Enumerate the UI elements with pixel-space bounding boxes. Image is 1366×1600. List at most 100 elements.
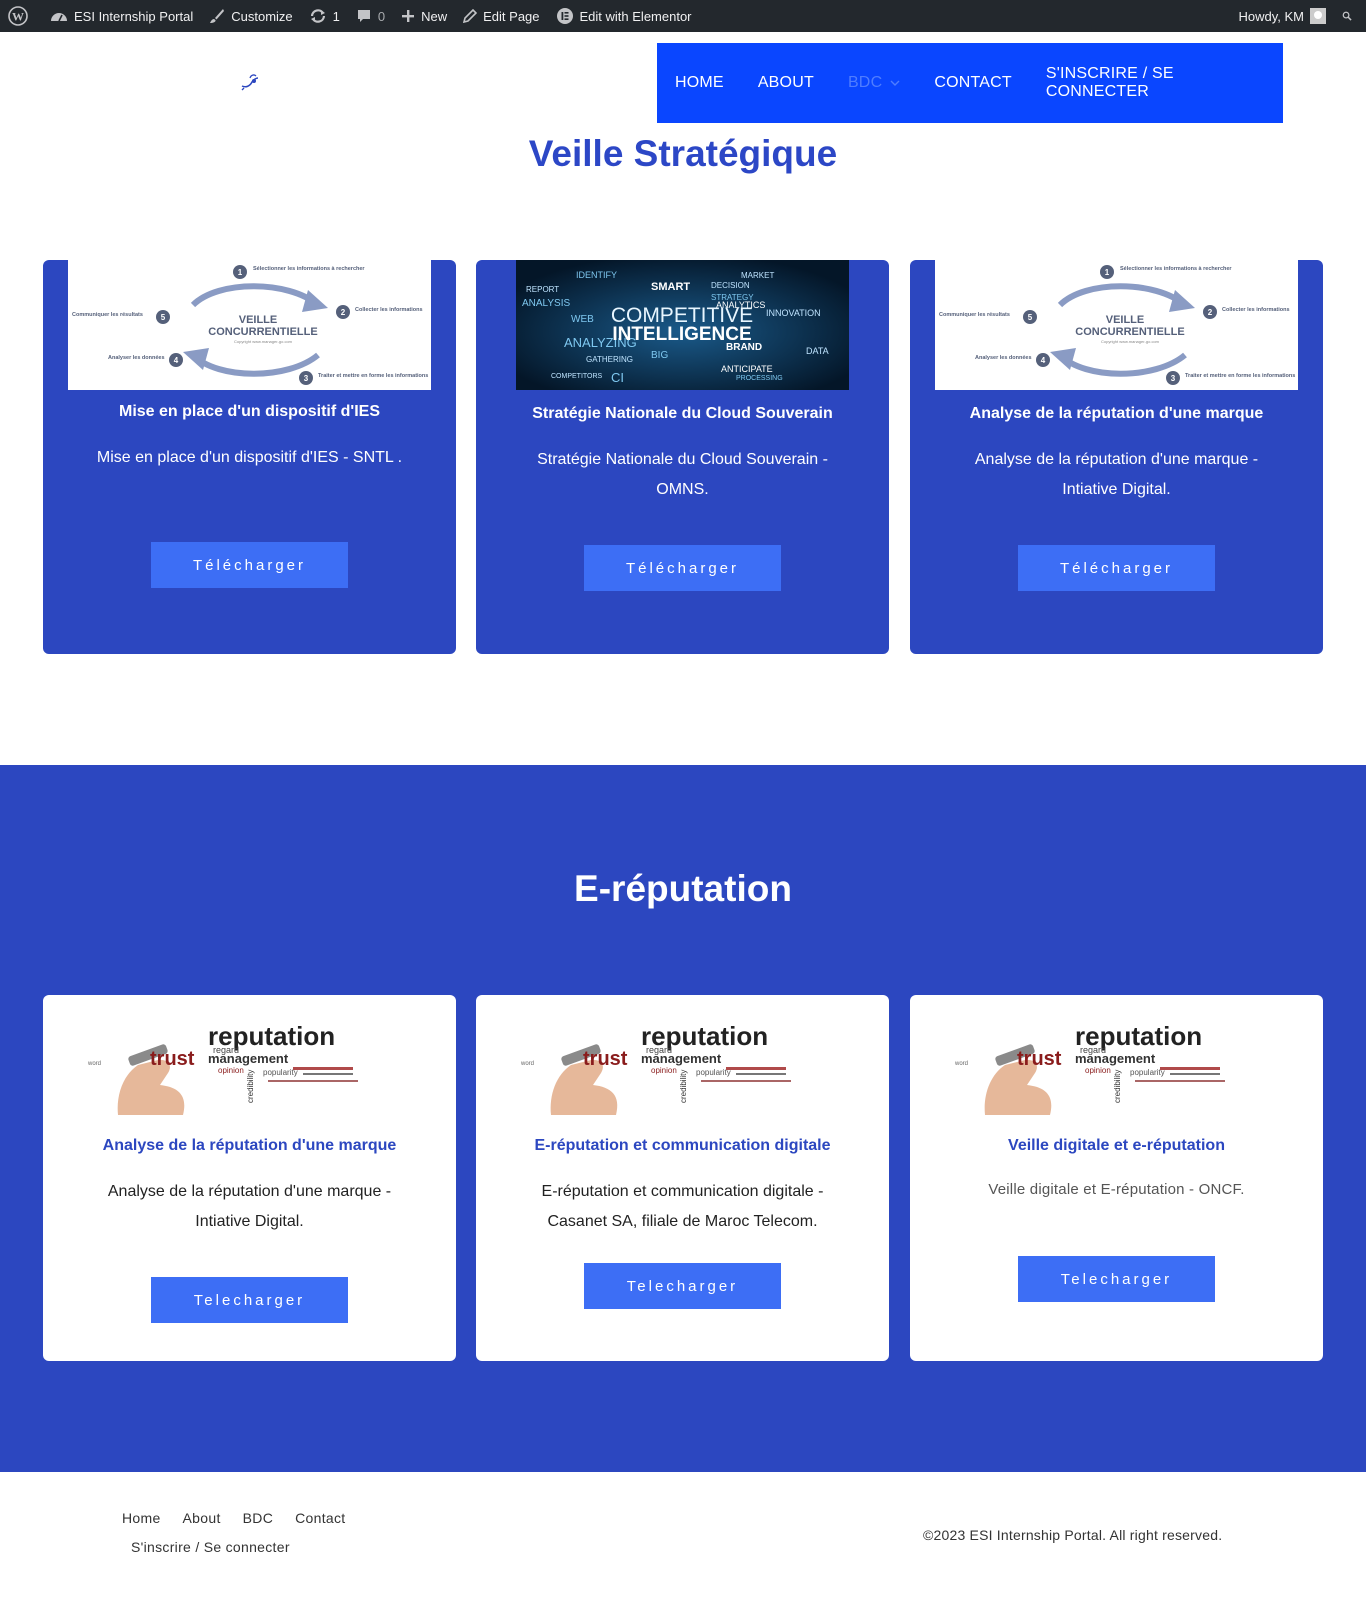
svg-text:3: 3 <box>304 374 309 383</box>
updates-count: 1 <box>332 8 340 24</box>
comments-link[interactable]: 0 <box>348 0 393 32</box>
svg-text:Copyright www.manager-go.com: Copyright www.manager-go.com <box>234 339 293 344</box>
paintbrush-icon <box>210 9 225 23</box>
svg-text:1: 1 <box>238 268 243 277</box>
new-label: New <box>421 8 448 24</box>
admin-bar: W ESI Internship Portal Customize 1 0 Ne… <box>0 0 1366 32</box>
download-button[interactable]: Télécharger <box>584 545 781 591</box>
download-button[interactable]: Télécharger <box>151 542 348 588</box>
svg-text:Traiter et mettre en forme les: Traiter et mettre en forme les informati… <box>318 373 428 379</box>
logo-icon <box>241 74 259 91</box>
svg-text:popularity: popularity <box>263 1068 298 1077</box>
nav-about[interactable]: ABOUT <box>758 74 814 92</box>
svg-text:opinion: opinion <box>651 1066 677 1075</box>
howdy-label: Howdy, KM <box>1238 8 1305 24</box>
veille-card-3: VEILLE CONCURRENTIELLE Copyright www.man… <box>910 260 1323 654</box>
svg-text:Communiquer les résultats: Communiquer les résultats <box>72 312 143 318</box>
svg-text:IDENTIFY: IDENTIFY <box>576 270 617 280</box>
svg-text:regard: regard <box>646 1045 672 1055</box>
card-title: Stratégie Nationale du Cloud Souverain <box>532 405 833 422</box>
card-description: Stratégie Nationale du Cloud Souverain -… <box>537 451 828 498</box>
svg-text:opinion: opinion <box>218 1066 244 1075</box>
edit-elementor-label: Edit with Elementor <box>579 8 692 24</box>
dashboard-icon <box>51 13 67 22</box>
svg-text:DATA: DATA <box>806 346 829 356</box>
chevron-down-icon <box>890 80 900 86</box>
pencil-icon <box>463 9 478 23</box>
svg-text:word: word <box>521 1061 534 1067</box>
card-description: Analyse de la réputation d'une marque - … <box>974 451 1259 498</box>
svg-text:COMPETITORS: COMPETITORS <box>551 373 603 380</box>
veille-diagram-image: VEILLE CONCURRENTIELLE Copyright www.man… <box>68 260 431 390</box>
edit-page-link[interactable]: Edit Page <box>455 0 547 32</box>
customize-label: Customize <box>231 8 293 24</box>
svg-text:trust: trust <box>1017 1048 1062 1070</box>
footer-link-contact[interactable]: Contact <box>295 1510 345 1526</box>
edit-elementor-link[interactable]: Edit with Elementor <box>548 0 700 32</box>
elementor-icon <box>556 8 573 24</box>
svg-text:word: word <box>88 1061 101 1067</box>
footer-link-signin[interactable]: S'inscrire / Se connecter <box>131 1539 290 1555</box>
card-description: E-réputation et communication digitale -… <box>541 1183 824 1230</box>
svg-text:2: 2 <box>1208 308 1213 317</box>
card-description: Mise en place d'un dispositif d'IES - SN… <box>96 449 403 466</box>
veille-card-1: VEILLE CONCURRENTIELLE Copyright www.man… <box>43 260 456 654</box>
card-title: E-réputation et communication digitale <box>534 1137 831 1154</box>
svg-text:credibility: credibility <box>1113 1070 1122 1103</box>
svg-text:INTELLIGENCE: INTELLIGENCE <box>612 324 751 345</box>
svg-text:4: 4 <box>1041 356 1046 365</box>
svg-text:Traiter et mettre en forme les: Traiter et mettre en forme les informati… <box>1185 373 1295 379</box>
svg-text:VEILLE: VEILLE <box>239 314 278 326</box>
svg-text:ANALYSIS: ANALYSIS <box>522 298 570 309</box>
reputation-wordcloud-image: reputation trust management regard opini… <box>955 1015 1280 1115</box>
footer-link-bdc[interactable]: BDC <box>243 1510 273 1526</box>
download-button[interactable]: Telecharger <box>1018 1256 1215 1302</box>
svg-text:DECISION: DECISION <box>711 281 750 290</box>
svg-text:5: 5 <box>1028 313 1033 322</box>
veille-diagram-image: VEILLE CONCURRENTIELLE Copyright www.man… <box>935 260 1298 390</box>
svg-text:CONCURRENTIELLE: CONCURRENTIELLE <box>208 326 317 338</box>
nav-bdc[interactable]: BDC <box>848 74 900 92</box>
nav-signin[interactable]: S'INSCRIRE / SE CONNECTER <box>1046 65 1249 101</box>
download-button[interactable]: Télécharger <box>1018 545 1215 591</box>
new-link[interactable]: New <box>393 0 455 32</box>
svg-text:INNOVATION: INNOVATION <box>766 308 821 318</box>
svg-text:PROCESSING: PROCESSING <box>736 375 783 382</box>
reputation-wordcloud-image: reputation trust management regard opini… <box>88 1015 413 1115</box>
updates-link[interactable]: 1 <box>301 0 348 32</box>
ereputation-card-2: reputation trust management regard opini… <box>476 995 889 1361</box>
site-name-link[interactable]: ESI Internship Portal <box>42 0 201 32</box>
nav-home[interactable]: HOME <box>675 74 724 92</box>
section-title-ereputation: E-réputation <box>574 868 792 909</box>
admin-search-button[interactable] <box>1334 0 1366 32</box>
footer-link-home[interactable]: Home <box>122 1510 161 1526</box>
svg-text:ANTICIPATE: ANTICIPATE <box>721 364 773 374</box>
svg-text:GATHERING: GATHERING <box>586 355 633 364</box>
svg-text:popularity: popularity <box>696 1068 731 1077</box>
section-title-veille: Veille Stratégique <box>528 133 838 174</box>
svg-text:Collecter les informations: Collecter les informations <box>1222 307 1290 313</box>
nav-bdc-label: BDC <box>847 74 883 91</box>
reputation-wordcloud-image: reputation trust management regard opini… <box>521 1015 846 1115</box>
svg-text:CI: CI <box>611 370 624 385</box>
copyright-text: ©2023 ESI Internship Portal. All right r… <box>923 1527 1223 1543</box>
svg-text:opinion: opinion <box>1085 1066 1111 1075</box>
customize-link[interactable]: Customize <box>201 0 300 32</box>
svg-text:W: W <box>12 10 24 24</box>
download-button[interactable]: Telecharger <box>584 1263 781 1309</box>
site-name: ESI Internship Portal <box>74 8 194 24</box>
main-navigation: HOME ABOUT BDC CONTACT S'INSCRIRE / SE C… <box>657 43 1283 123</box>
nav-contact[interactable]: CONTACT <box>934 74 1012 92</box>
account-menu[interactable]: Howdy, KM <box>1231 0 1335 32</box>
svg-text:Sélectionner les informations: Sélectionner les informations à recherch… <box>253 266 365 272</box>
card-title: Analyse de la réputation d'une marque <box>102 1137 397 1154</box>
footer-link-about[interactable]: About <box>183 1510 221 1526</box>
svg-text:Communiquer les résultats: Communiquer les résultats <box>939 312 1010 318</box>
wordpress-logo[interactable]: W <box>0 0 42 32</box>
svg-text:REPORT: REPORT <box>526 285 559 294</box>
download-button[interactable]: Telecharger <box>151 1277 348 1323</box>
svg-text:trust: trust <box>583 1048 628 1070</box>
comments-count: 0 <box>377 8 386 24</box>
site-logo[interactable] <box>238 72 262 92</box>
svg-text:3: 3 <box>1171 374 1176 383</box>
